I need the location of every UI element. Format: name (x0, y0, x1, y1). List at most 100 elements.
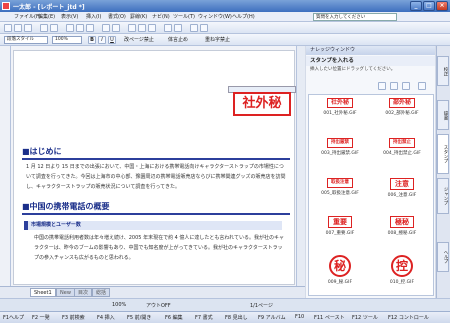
fkey-10[interactable]: F10 (295, 314, 304, 320)
side-tab-proofread[interactable]: 校正 (437, 56, 449, 86)
stamp-caption: 010_控.GIF (389, 280, 415, 285)
side-tab-help[interactable]: ヘルプ (437, 242, 449, 272)
redo-icon[interactable] (112, 24, 120, 32)
stamp-item[interactable]: 社外秘 001_社外秘.GIF (311, 98, 369, 128)
chart-icon[interactable] (148, 24, 156, 32)
menu-insert[interactable]: 挿入(I) (86, 13, 101, 20)
fkey-1[interactable]: F1ヘルプ (3, 314, 24, 321)
stamp-caption: 005_取扱注意.GIF (321, 191, 359, 196)
print-icon[interactable] (40, 24, 48, 32)
replace-icon[interactable] (174, 24, 182, 32)
fkey-4[interactable]: F4 挿入 (97, 314, 115, 321)
menu-help[interactable]: ヘルプ(H) (232, 13, 255, 20)
sheet-tab-toc[interactable]: 目次 (74, 288, 93, 297)
view-large-icon[interactable] (378, 82, 386, 90)
sheet-tab-bar: Sheet1 New 目次 総括 (0, 286, 305, 298)
menu-ruled-lines[interactable]: 罫線(K) (130, 13, 147, 20)
menu-tools[interactable]: ツール(T) (173, 13, 195, 20)
stamp-caption: 001_社外秘.GIF (323, 111, 357, 116)
new-icon[interactable] (4, 24, 12, 32)
stamp-image: 控 (391, 255, 413, 277)
preview-icon[interactable] (50, 24, 58, 32)
fkey-control[interactable]: F12 コントロール (388, 314, 429, 321)
stamp-caption: 003_持出厳禁.GIF (321, 151, 359, 156)
fkey-11[interactable]: F11 ペースト (314, 314, 345, 321)
zoom-icon[interactable] (190, 24, 198, 32)
sheet-tab-summary[interactable]: 総括 (92, 288, 111, 297)
stamp-image: 社外秘 (327, 98, 353, 108)
zoom-indicator[interactable]: 100% (112, 302, 126, 308)
stamp-item[interactable]: 持出禁止 004_持出禁止.GIF (373, 138, 431, 168)
stamp-item[interactable]: 重要 007_重要.GIF (311, 216, 369, 246)
menu-view[interactable]: 表示(V) (61, 13, 78, 20)
copy-icon[interactable] (76, 24, 84, 32)
cut-icon[interactable] (66, 24, 74, 32)
toolbar-format: 段落スタイル 100% B I U 改ページ禁止 体言止め 重ね字禁止 (0, 34, 450, 46)
vertical-scrollbar[interactable] (296, 46, 305, 286)
sheet-tab-new[interactable]: New (56, 288, 75, 297)
fkey-7[interactable]: F7 書式 (195, 314, 213, 321)
menu-file[interactable]: ファイル(F) (14, 13, 41, 20)
sheet-tab-1[interactable]: Sheet1 (30, 288, 56, 297)
fkey-6[interactable]: F6 編集 (165, 314, 183, 321)
minimize-button[interactable]: _ (410, 1, 422, 11)
italic-button[interactable]: I (98, 36, 106, 44)
stamp-caption: 004_持出禁止.GIF (383, 151, 421, 156)
taigen-button[interactable]: 体言止め (168, 36, 188, 43)
stamp-caption: 008_極秘.GIF (387, 231, 417, 236)
menu-format[interactable]: 書式(O) (108, 13, 126, 20)
paste-icon[interactable] (86, 24, 94, 32)
panel-title: スタンプを入れる (306, 56, 435, 66)
side-tab-stamp[interactable]: スタンプ (437, 134, 449, 174)
fkey-8[interactable]: F8 見出し (225, 314, 248, 321)
zoom-combo[interactable]: 100% (52, 36, 82, 44)
style-combo[interactable]: 段落スタイル (4, 36, 48, 44)
kinsoku-button[interactable]: 改ページ禁止 (124, 36, 154, 43)
juten-button[interactable]: 重ね字禁止 (205, 36, 230, 43)
stamp-caption: 009_秘.GIF (327, 280, 353, 285)
info-bar: 100% アウトOFF 1/1ページ (0, 298, 450, 311)
fkey-9[interactable]: F9 アルバム (258, 314, 286, 321)
stamp-on-page[interactable]: 社外秘 (233, 92, 291, 116)
stamp-image: 持出厳禁 (327, 138, 353, 148)
heading-rule (22, 213, 290, 215)
outline-mode[interactable]: アウトOFF (146, 302, 171, 309)
view-list-icon[interactable] (390, 82, 398, 90)
stamp-item[interactable]: 極秘 008_極秘.GIF (373, 216, 431, 246)
help-icon[interactable] (200, 24, 208, 32)
stamp-item[interactable]: 控 010_控.GIF (373, 255, 431, 293)
undo-icon[interactable] (102, 24, 110, 32)
question-input[interactable]: 質問を入力してください (313, 13, 397, 21)
menu-navi[interactable]: ナビ(N) (152, 13, 170, 20)
fkey-3[interactable]: F3 前検索 (62, 314, 85, 321)
stamp-item[interactable]: 部外秘 002_部外秘.GIF (373, 98, 431, 128)
fkey-12[interactable]: F12 ツール (352, 314, 378, 321)
function-key-bar: F1ヘルプ F2 一発 F3 前検索 F4 挿入 F5 前/開き F6 編集 F… (0, 311, 450, 323)
stamp-item[interactable]: 秘 009_秘.GIF (311, 255, 369, 293)
fkey-2[interactable]: F2 一発 (32, 314, 50, 321)
close-button[interactable]: × (436, 1, 448, 11)
stamp-item[interactable]: 注意 006_注意.GIF (373, 178, 431, 208)
side-tab-jump[interactable]: ジャンプ (437, 178, 449, 214)
stamp-image: 部外秘 (389, 98, 415, 108)
view-detail-icon[interactable] (402, 82, 410, 90)
maximize-button[interactable]: □ (423, 1, 435, 11)
table-icon[interactable] (128, 24, 136, 32)
search-icon[interactable] (164, 24, 172, 32)
stamp-image: 注意 (390, 178, 414, 190)
fkey-5[interactable]: F5 前/開き (127, 314, 151, 321)
side-tab-dictionary[interactable]: 辞書 (437, 100, 449, 130)
stamp-item[interactable]: 持出厳禁 003_持出厳禁.GIF (311, 138, 369, 168)
app-icon (2, 2, 10, 10)
open-icon[interactable] (14, 24, 22, 32)
bold-button[interactable]: B (88, 36, 96, 44)
underline-button[interactable]: U (108, 36, 116, 44)
page-info: 1/1ページ (250, 303, 273, 309)
stamp-item[interactable]: 取扱注意 005_取扱注意.GIF (311, 178, 369, 208)
stamp-caption: 006_注意.GIF (387, 193, 417, 198)
menu-window[interactable]: ウィンドウ(W) (198, 13, 232, 20)
menu-edit[interactable]: 編集(E) (38, 13, 55, 20)
save-icon[interactable] (24, 24, 32, 32)
folder-icon[interactable] (418, 82, 426, 90)
image-icon[interactable] (138, 24, 146, 32)
